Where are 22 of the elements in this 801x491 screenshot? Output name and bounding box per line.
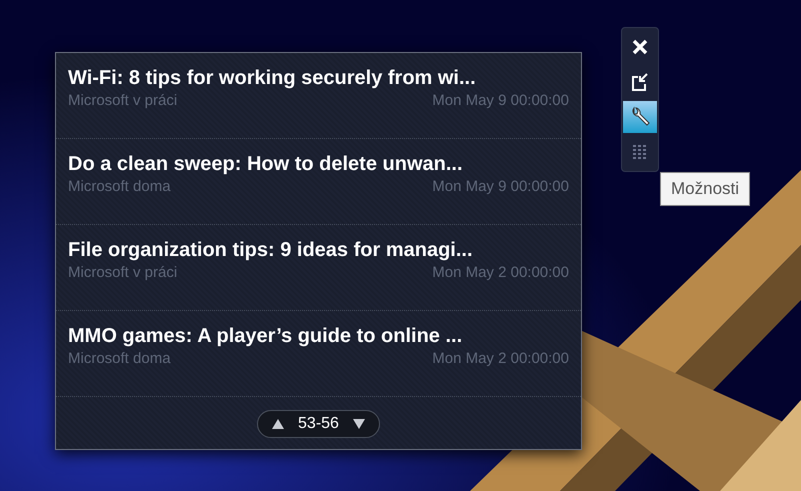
window-arrow-icon (632, 73, 648, 91)
headline-link[interactable]: Wi-Fi: 8 tips for working securely from wi... (68, 67, 569, 89)
date-label: Mon May 2 00:00:00 (432, 350, 569, 367)
headline-link[interactable]: Do a clean sweep: How to delete unwan... (68, 153, 569, 175)
down-triangle-icon (352, 419, 365, 429)
headline-link[interactable]: MMO games: A player’s guide to online ... (68, 325, 569, 347)
tooltip: Možnosti (660, 172, 750, 206)
options-button[interactable] (623, 101, 657, 133)
page-range: 53-56 (298, 415, 339, 433)
headline-link[interactable]: File organization tips: 9 ideas for managi... (68, 239, 569, 261)
grip-icon (632, 144, 648, 160)
date-label: Mon May 2 00:00:00 (432, 264, 569, 281)
next-button[interactable] (352, 419, 365, 429)
close-icon (632, 39, 648, 55)
source-label: Microsoft v práci (68, 92, 178, 109)
source-label: Microsoft doma (68, 350, 171, 367)
date-label: Mon May 9 00:00:00 (432, 178, 569, 195)
date-label: Mon May 9 00:00:00 (432, 92, 569, 109)
source-label: Microsoft doma (68, 178, 171, 195)
source-label: Microsoft v práci (68, 264, 178, 281)
up-triangle-icon (272, 419, 284, 429)
previous-button[interactable] (272, 419, 284, 429)
